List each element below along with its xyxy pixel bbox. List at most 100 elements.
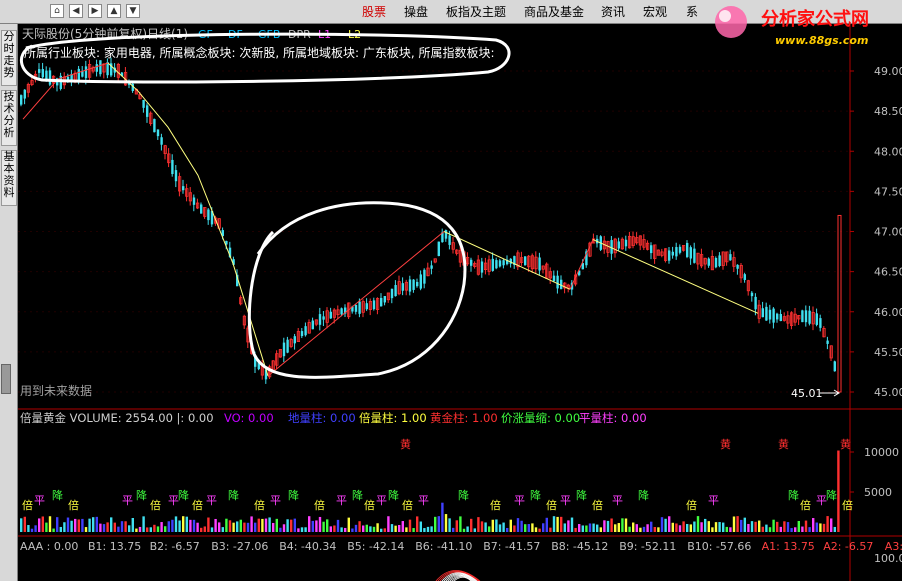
volume-bar — [718, 522, 721, 532]
volume-bar — [383, 528, 386, 532]
candle-body — [354, 304, 358, 312]
down-icon[interactable]: ▼ — [126, 4, 140, 18]
candle-body — [340, 308, 343, 315]
volume-bar — [257, 518, 260, 532]
candle-body — [768, 309, 772, 320]
volume-bar — [822, 523, 826, 532]
volume-bar — [509, 519, 512, 532]
candle-body — [84, 66, 88, 79]
volume-header-label: 黄金柱: 1.00 — [430, 411, 498, 425]
volume-bar — [138, 526, 142, 532]
volume-bar — [783, 521, 786, 532]
candle-body — [538, 257, 541, 271]
y-tick-label: 48.50 — [874, 105, 902, 118]
volume-bar — [189, 519, 192, 532]
volume-bar — [358, 521, 361, 532]
volume-marker-series: 倍平降倍平降倍平降倍平降倍平降倍平降倍平降倍平降倍平降倍平降倍平降倍平降倍平降倍… — [22, 437, 853, 512]
tab-fundamentals[interactable]: 基本资料 — [1, 150, 17, 206]
up-icon[interactable]: ▲ — [107, 4, 121, 18]
volume-bar — [650, 521, 653, 532]
volume-bar — [322, 521, 325, 532]
aaa-label: B4: -40.34 — [279, 540, 336, 553]
volume-bar — [797, 520, 800, 532]
volume-bar — [473, 528, 476, 532]
volume-bar — [221, 527, 224, 532]
volume-bar — [520, 520, 523, 532]
volume-marker: 平 — [376, 494, 387, 507]
volume-bar — [567, 520, 570, 532]
volume-bar — [232, 522, 235, 532]
candle-body — [282, 342, 286, 357]
trend-line-down — [107, 62, 269, 377]
volume-bar — [502, 522, 505, 532]
volume-marker: 降 — [530, 488, 541, 502]
volume-bar — [74, 518, 77, 532]
tab-intraday[interactable]: 分时走势 — [1, 30, 17, 86]
volume-bar — [282, 524, 286, 532]
volume-bar — [826, 516, 829, 532]
candle-body — [444, 230, 448, 239]
volume-bar — [131, 517, 134, 532]
forward-icon[interactable]: ▶ — [88, 4, 102, 18]
volume-bar — [722, 522, 725, 532]
volume-marker: 倍 — [686, 498, 697, 512]
candle-body — [286, 339, 289, 353]
menu-commodities-funds[interactable]: 商品及基金 — [524, 0, 584, 24]
volume-bar — [794, 527, 797, 532]
aaa-label: B8: -45.12 — [551, 540, 608, 553]
volume-bar — [556, 516, 559, 532]
volume-bar — [815, 522, 818, 532]
back-icon[interactable]: ◀ — [69, 4, 83, 18]
menu-system[interactable]: 系 — [686, 0, 698, 24]
volume-bar — [452, 527, 455, 532]
volume-bar — [77, 519, 80, 532]
volume-bar — [448, 518, 451, 532]
volume-bar — [246, 522, 250, 532]
volume-bar — [837, 450, 840, 532]
candle-body — [675, 247, 678, 257]
tab-technical-analysis[interactable]: 技术分析 — [1, 90, 17, 146]
candle-body — [448, 235, 451, 245]
trend-overlays — [22, 62, 759, 377]
volume-bar — [59, 526, 62, 532]
volume-marker: 降 — [52, 488, 63, 502]
candle-body — [372, 300, 376, 310]
candle-body — [678, 246, 682, 253]
volume-bar — [714, 522, 718, 532]
volume-bar — [308, 516, 311, 532]
menu-stocks[interactable]: 股票 — [362, 0, 386, 24]
volume-bar — [423, 528, 426, 532]
volume-marker: 倍 — [842, 498, 853, 512]
volume-bar — [326, 519, 329, 532]
collapse-arrow-icon[interactable] — [1, 364, 11, 394]
volume-bar — [617, 523, 620, 532]
aaa-y-tick: 100.0 — [874, 552, 902, 565]
volume-bar — [531, 523, 534, 532]
volume-bar — [336, 519, 340, 532]
candle-body — [419, 274, 422, 289]
volume-bar — [347, 517, 350, 532]
volume-bar — [772, 519, 775, 532]
volume-bar — [401, 521, 404, 532]
candle-body — [750, 292, 754, 297]
candle-body — [408, 279, 412, 292]
menu-indices-themes[interactable]: 板指及主题 — [446, 0, 506, 24]
volume-marker: 倍 — [192, 498, 203, 512]
home-icon[interactable]: ⌂ — [50, 4, 64, 18]
volume-bar — [225, 518, 228, 532]
volume-bar — [747, 523, 750, 532]
menu-news[interactable]: 资讯 — [601, 0, 625, 24]
volume-marker: 降 — [458, 488, 469, 502]
volume-bar — [153, 524, 156, 532]
candle-body — [318, 314, 322, 325]
chart-area[interactable]: 49.00 48.50 48.00 47.50 47.00 46.50 46.00 45.50… — [18, 24, 902, 581]
volume-bar — [534, 527, 538, 532]
menu-trading[interactable]: 操盘 — [404, 0, 428, 24]
menu-macro[interactable]: 宏观 — [643, 0, 667, 24]
candle-body — [524, 256, 527, 266]
volume-bar — [437, 516, 440, 532]
volume-bar — [228, 520, 232, 532]
volume-bar — [304, 527, 307, 532]
candle-body — [142, 99, 145, 108]
volume-marker-gold: 黄 — [720, 437, 731, 451]
